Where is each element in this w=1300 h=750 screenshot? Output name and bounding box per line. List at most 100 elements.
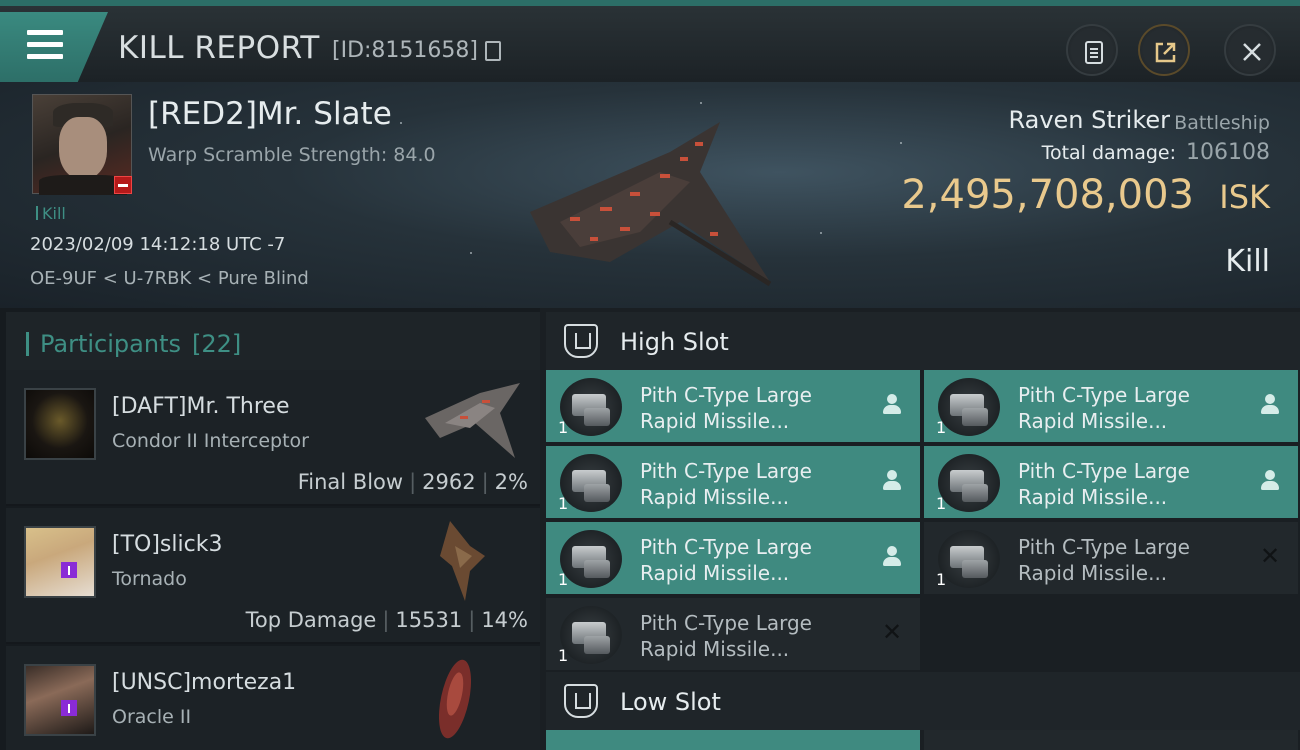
participant-name[interactable]: [DAFT]Mr. Three bbox=[112, 394, 289, 419]
star bbox=[900, 142, 902, 144]
module-name-line2: Rapid Missile... bbox=[640, 637, 790, 661]
launcher-icon bbox=[938, 378, 1000, 436]
module-name-line1: Pith C-Type Large bbox=[640, 459, 812, 483]
module-name-line1: Pith C-Type Large bbox=[640, 535, 812, 559]
module-name-line1: Pith C-Type Large bbox=[640, 611, 812, 635]
victim-header: [RED2]Mr. Slate Warp Scramble Strength: … bbox=[0, 82, 1300, 308]
share-icon bbox=[1155, 42, 1176, 63]
star bbox=[470, 252, 472, 254]
module-item[interactable]: 1 Pith C-Type Large Rapid Missile... bbox=[546, 522, 920, 594]
dropped-person-icon bbox=[880, 544, 904, 568]
module-name-line2: Rapid Missile... bbox=[640, 561, 790, 585]
participant-stats: Final Blow | 2962 | 2% bbox=[298, 470, 528, 494]
menu-button[interactable] bbox=[0, 12, 108, 82]
module-item[interactable]: 1 Pith C-Type Large Rapid Missile... ✕ bbox=[924, 522, 1298, 594]
module-name: Pith C-Type Large Rapid Missile... bbox=[640, 382, 870, 434]
module-name-line1: Pith C-Type Large bbox=[1018, 383, 1190, 407]
module-name: Pith C-Type Large Rapid Missile... bbox=[1018, 458, 1248, 510]
participant-ship-image bbox=[425, 383, 520, 458]
participants-count: [22] bbox=[192, 330, 242, 358]
star bbox=[400, 122, 402, 124]
participant-stats: Top Damage | 15531 | 14% bbox=[246, 608, 528, 632]
victim-ship-name[interactable]: Raven Striker bbox=[1008, 106, 1170, 134]
module-name-line1: Pith C-Type Large bbox=[640, 383, 812, 407]
page-title: KILL REPORT bbox=[118, 30, 320, 66]
separator: | bbox=[481, 470, 489, 494]
victim-name[interactable]: [RED2]Mr. Slate bbox=[148, 96, 392, 132]
module-quantity: 1 bbox=[936, 570, 947, 589]
separator: | bbox=[382, 608, 390, 632]
star bbox=[820, 232, 822, 234]
title-bar: KILL REPORT [ID:8151658] bbox=[0, 0, 1300, 82]
participant-row[interactable]: [DAFT]Mr. Three Condor II Interceptor Fi… bbox=[6, 370, 540, 506]
share-button[interactable] bbox=[1138, 24, 1190, 76]
module-name-line2: Rapid Missile... bbox=[1018, 485, 1168, 509]
module-item-partial[interactable] bbox=[924, 730, 1298, 750]
total-damage-value: 106108 bbox=[1186, 140, 1270, 165]
module-item[interactable]: 1 Pith C-Type Large Rapid Missile... bbox=[546, 370, 920, 442]
clipboard-button[interactable] bbox=[1066, 24, 1118, 76]
close-icon bbox=[1243, 43, 1261, 61]
module-item-partial[interactable] bbox=[546, 730, 920, 750]
clipboard-icon bbox=[1085, 41, 1103, 64]
module-name: Pith C-Type Large Rapid Missile... bbox=[640, 534, 870, 586]
module-item[interactable]: 1 Pith C-Type Large Rapid Missile... bbox=[924, 446, 1298, 518]
victim-ship-image[interactable] bbox=[520, 112, 780, 292]
high-slot-header: High Slot bbox=[546, 312, 1300, 370]
participant-stat-label: Final Blow bbox=[297, 470, 404, 494]
participant-avatar[interactable] bbox=[24, 388, 96, 460]
isk-value: 2,495,708,003 bbox=[901, 172, 1194, 218]
kill-location[interactable]: OE-9UF < U-7RBK < Pure Blind bbox=[30, 268, 309, 289]
module-item[interactable]: 1 Pith C-Type Large Rapid Missile... bbox=[546, 446, 920, 518]
module-quantity: 1 bbox=[558, 494, 569, 513]
info-icon[interactable] bbox=[61, 700, 77, 716]
participant-name[interactable]: [UNSC]morteza1 bbox=[112, 670, 296, 695]
launcher-icon bbox=[560, 530, 622, 588]
module-quantity: 1 bbox=[558, 418, 569, 437]
participant-percent: 2% bbox=[494, 470, 528, 494]
participant-ship: Oracle II bbox=[112, 706, 192, 728]
module-quantity: 1 bbox=[936, 494, 947, 513]
participant-ship-image bbox=[440, 521, 485, 601]
copy-icon[interactable] bbox=[485, 41, 501, 61]
dropped-person-icon bbox=[880, 468, 904, 492]
module-quantity: 1 bbox=[558, 570, 569, 589]
module-name: Pith C-Type Large Rapid Missile... bbox=[1018, 534, 1248, 586]
participant-stat-label: Top Damage bbox=[245, 608, 377, 632]
warp-scramble-strength: Warp Scramble Strength: 84.0 bbox=[148, 144, 436, 166]
module-name-line2: Rapid Missile... bbox=[1018, 561, 1168, 585]
portrait-face bbox=[59, 117, 107, 179]
participant-name[interactable]: [TO]slick3 bbox=[112, 532, 222, 557]
kill-id: [ID:8151658] bbox=[332, 38, 478, 63]
participant-avatar[interactable] bbox=[24, 664, 96, 736]
launcher-icon bbox=[560, 454, 622, 512]
participant-damage: 15531 bbox=[395, 608, 463, 632]
dropped-person-icon bbox=[880, 392, 904, 416]
standing-minus-icon bbox=[114, 176, 132, 194]
low-slot-title: Low Slot bbox=[620, 688, 721, 716]
module-name-line1: Pith C-Type Large bbox=[1018, 535, 1190, 559]
victim-ship-class: Battleship bbox=[1174, 112, 1270, 134]
module-name-line1: Pith C-Type Large bbox=[1018, 459, 1190, 483]
module-quantity: 1 bbox=[558, 646, 569, 665]
dropped-person-icon bbox=[1258, 468, 1282, 492]
module-name-line2: Rapid Missile... bbox=[640, 485, 790, 509]
module-item[interactable]: 1 Pith C-Type Large Rapid Missile... bbox=[924, 370, 1298, 442]
launcher-icon bbox=[560, 378, 622, 436]
close-button[interactable] bbox=[1224, 24, 1276, 76]
dropped-person-icon bbox=[1258, 392, 1282, 416]
high-slot-title: High Slot bbox=[620, 328, 729, 356]
destroyed-x-icon: ✕ bbox=[881, 618, 903, 646]
menu-icon bbox=[27, 30, 63, 35]
info-icon[interactable] bbox=[61, 562, 77, 578]
participants-header[interactable]: Participants [22] bbox=[6, 312, 540, 370]
participant-avatar[interactable] bbox=[24, 526, 96, 598]
participants-title: Participants bbox=[40, 330, 181, 358]
participant-row[interactable]: [UNSC]morteza1 Oracle II bbox=[6, 646, 540, 750]
module-item[interactable]: 1 Pith C-Type Large Rapid Missile... ✕ bbox=[546, 598, 920, 670]
destroyed-x-icon: ✕ bbox=[1259, 542, 1281, 570]
participant-row[interactable]: [TO]slick3 Tornado Top Damage | 15531 | 14% bbox=[6, 508, 540, 644]
participant-damage: 2962 bbox=[422, 470, 476, 494]
menu-icon-bar bbox=[27, 42, 63, 47]
header-accent bbox=[26, 332, 29, 356]
